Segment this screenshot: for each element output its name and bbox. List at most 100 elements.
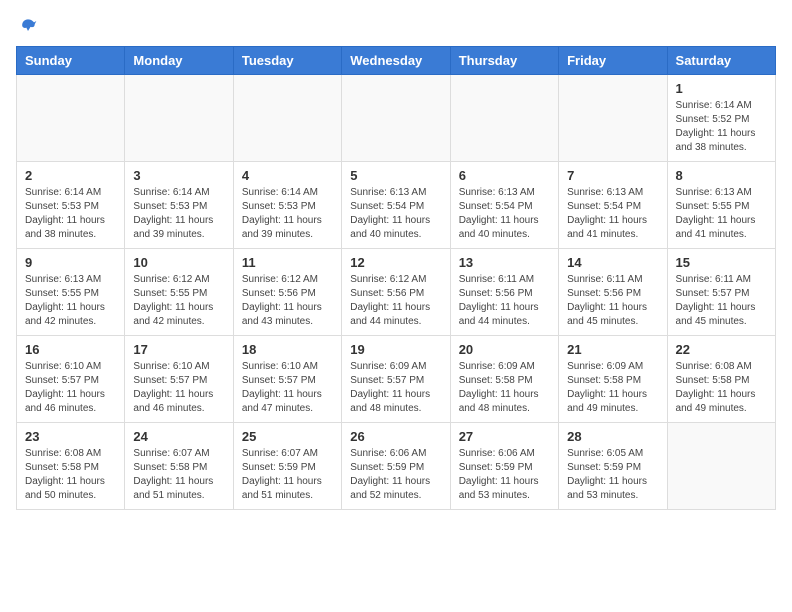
day-number: 11 <box>242 255 333 270</box>
week-row-1: 2 Sunrise: 6:14 AM Sunset: 5:53 PM Daylig… <box>17 162 776 249</box>
day-info: Sunrise: 6:13 AM Sunset: 5:54 PM Dayligh… <box>567 186 658 242</box>
day-number: 15 <box>676 255 767 270</box>
day-cell <box>450 75 558 162</box>
day-cell: 17Sunrise: 6:10 AM Sunset: 5:57 PM Dayli… <box>125 336 233 423</box>
day-number: 6 <box>459 168 550 183</box>
day-cell: 5 Sunrise: 6:13 AM Sunset: 5:54 PM Daylig… <box>342 162 450 249</box>
day-number: 9 <box>25 255 116 270</box>
week-row-2: 9 Sunrise: 6:13 AM Sunset: 5:55 PM Daylig… <box>17 249 776 336</box>
day-cell: 18 Sunrise: 6:10 AM Sunset: 5:57 PM Dayli… <box>233 336 341 423</box>
day-number: 3 <box>133 168 224 183</box>
week-row-0: 1 Sunrise: 6:14 AM Sunset: 5:52 PM Daylig… <box>17 75 776 162</box>
day-info: Sunrise: 6:05 AM Sunset: 5:59 PM Dayligh… <box>567 447 658 503</box>
header-monday: Monday <box>125 47 233 75</box>
day-cell: 4 Sunrise: 6:14 AM Sunset: 5:53 PM Daylig… <box>233 162 341 249</box>
day-info: Sunrise: 6:09 AM Sunset: 5:57 PM Dayligh… <box>350 360 441 416</box>
day-number: 1 <box>676 81 767 96</box>
day-info: Sunrise: 6:13 AM Sunset: 5:54 PM Dayligh… <box>459 186 550 242</box>
day-cell: 22Sunrise: 6:08 AM Sunset: 5:58 PM Dayli… <box>667 336 775 423</box>
day-cell: 1 Sunrise: 6:14 AM Sunset: 5:52 PM Daylig… <box>667 75 775 162</box>
day-cell: 10 Sunrise: 6:12 AM Sunset: 5:55 PM Dayli… <box>125 249 233 336</box>
calendar: SundayMondayTuesdayWednesdayThursdayFrid… <box>16 46 776 510</box>
day-cell <box>667 423 775 510</box>
day-info: Sunrise: 6:14 AM Sunset: 5:53 PM Dayligh… <box>25 186 116 242</box>
day-info: Sunrise: 6:13 AM Sunset: 5:54 PM Dayligh… <box>350 186 441 242</box>
day-number: 27 <box>459 429 550 444</box>
day-number: 18 <box>242 342 333 357</box>
day-number: 21 <box>567 342 658 357</box>
day-info: Sunrise: 6:14 AM Sunset: 5:52 PM Dayligh… <box>676 99 767 155</box>
day-info: Sunrise: 6:08 AM Sunset: 5:58 PM Dayligh… <box>25 447 116 503</box>
day-number: 8 <box>676 168 767 183</box>
week-row-4: 23 Sunrise: 6:08 AM Sunset: 5:58 PM Dayli… <box>17 423 776 510</box>
header-thursday: Thursday <box>450 47 558 75</box>
day-cell: 11 Sunrise: 6:12 AM Sunset: 5:56 PM Dayli… <box>233 249 341 336</box>
header-saturday: Saturday <box>667 47 775 75</box>
header-row: SundayMondayTuesdayWednesdayThursdayFrid… <box>17 47 776 75</box>
day-number: 24 <box>133 429 224 444</box>
day-number: 4 <box>242 168 333 183</box>
day-cell: 24 Sunrise: 6:07 AM Sunset: 5:58 PM Dayli… <box>125 423 233 510</box>
day-cell: 27 Sunrise: 6:06 AM Sunset: 5:59 PM Dayli… <box>450 423 558 510</box>
day-info: Sunrise: 6:13 AM Sunset: 5:55 PM Dayligh… <box>25 273 116 329</box>
day-info: Sunrise: 6:14 AM Sunset: 5:53 PM Dayligh… <box>242 186 333 242</box>
day-info: Sunrise: 6:11 AM Sunset: 5:56 PM Dayligh… <box>459 273 550 329</box>
header-wednesday: Wednesday <box>342 47 450 75</box>
day-info: Sunrise: 6:10 AM Sunset: 5:57 PM Dayligh… <box>242 360 333 416</box>
day-cell: 12 Sunrise: 6:12 AM Sunset: 5:56 PM Dayli… <box>342 249 450 336</box>
logo-bird-icon <box>18 16 38 36</box>
day-info: Sunrise: 6:07 AM Sunset: 5:59 PM Dayligh… <box>242 447 333 503</box>
header-tuesday: Tuesday <box>233 47 341 75</box>
day-info: Sunrise: 6:06 AM Sunset: 5:59 PM Dayligh… <box>459 447 550 503</box>
day-cell: 13 Sunrise: 6:11 AM Sunset: 5:56 PM Dayli… <box>450 249 558 336</box>
day-number: 5 <box>350 168 441 183</box>
day-cell: 3 Sunrise: 6:14 AM Sunset: 5:53 PM Daylig… <box>125 162 233 249</box>
day-info: Sunrise: 6:12 AM Sunset: 5:56 PM Dayligh… <box>350 273 441 329</box>
day-number: 10 <box>133 255 224 270</box>
header-sunday: Sunday <box>17 47 125 75</box>
day-cell: 14Sunrise: 6:11 AM Sunset: 5:56 PM Dayli… <box>559 249 667 336</box>
logo <box>16 16 38 36</box>
day-number: 19 <box>350 342 441 357</box>
day-cell: 16 Sunrise: 6:10 AM Sunset: 5:57 PM Dayli… <box>17 336 125 423</box>
day-cell <box>559 75 667 162</box>
day-cell: 8 Sunrise: 6:13 AM Sunset: 5:55 PM Daylig… <box>667 162 775 249</box>
day-cell <box>17 75 125 162</box>
day-cell: 20Sunrise: 6:09 AM Sunset: 5:58 PM Dayli… <box>450 336 558 423</box>
day-info: Sunrise: 6:08 AM Sunset: 5:58 PM Dayligh… <box>676 360 767 416</box>
day-cell: 21 Sunrise: 6:09 AM Sunset: 5:58 PM Dayli… <box>559 336 667 423</box>
day-info: Sunrise: 6:10 AM Sunset: 5:57 PM Dayligh… <box>25 360 116 416</box>
day-number: 23 <box>25 429 116 444</box>
day-cell <box>233 75 341 162</box>
day-number: 7 <box>567 168 658 183</box>
day-cell <box>125 75 233 162</box>
day-info: Sunrise: 6:12 AM Sunset: 5:55 PM Dayligh… <box>133 273 224 329</box>
day-cell: 28 Sunrise: 6:05 AM Sunset: 5:59 PM Dayli… <box>559 423 667 510</box>
day-cell: 23 Sunrise: 6:08 AM Sunset: 5:58 PM Dayli… <box>17 423 125 510</box>
week-row-3: 16 Sunrise: 6:10 AM Sunset: 5:57 PM Dayli… <box>17 336 776 423</box>
day-info: Sunrise: 6:11 AM Sunset: 5:56 PM Dayligh… <box>567 273 658 329</box>
header-friday: Friday <box>559 47 667 75</box>
day-info: Sunrise: 6:14 AM Sunset: 5:53 PM Dayligh… <box>133 186 224 242</box>
day-number: 28 <box>567 429 658 444</box>
day-info: Sunrise: 6:09 AM Sunset: 5:58 PM Dayligh… <box>459 360 550 416</box>
day-cell: 6 Sunrise: 6:13 AM Sunset: 5:54 PM Daylig… <box>450 162 558 249</box>
day-info: Sunrise: 6:13 AM Sunset: 5:55 PM Dayligh… <box>676 186 767 242</box>
day-cell: 26Sunrise: 6:06 AM Sunset: 5:59 PM Dayli… <box>342 423 450 510</box>
day-number: 25 <box>242 429 333 444</box>
day-info: Sunrise: 6:11 AM Sunset: 5:57 PM Dayligh… <box>676 273 767 329</box>
day-info: Sunrise: 6:12 AM Sunset: 5:56 PM Dayligh… <box>242 273 333 329</box>
day-number: 12 <box>350 255 441 270</box>
day-number: 16 <box>25 342 116 357</box>
day-cell: 9 Sunrise: 6:13 AM Sunset: 5:55 PM Daylig… <box>17 249 125 336</box>
day-number: 13 <box>459 255 550 270</box>
day-info: Sunrise: 6:09 AM Sunset: 5:58 PM Dayligh… <box>567 360 658 416</box>
day-cell <box>342 75 450 162</box>
day-number: 2 <box>25 168 116 183</box>
day-cell: 25 Sunrise: 6:07 AM Sunset: 5:59 PM Dayli… <box>233 423 341 510</box>
header <box>16 16 776 36</box>
day-cell: 19 Sunrise: 6:09 AM Sunset: 5:57 PM Dayli… <box>342 336 450 423</box>
day-info: Sunrise: 6:10 AM Sunset: 5:57 PM Dayligh… <box>133 360 224 416</box>
day-info: Sunrise: 6:06 AM Sunset: 5:59 PM Dayligh… <box>350 447 441 503</box>
day-info: Sunrise: 6:07 AM Sunset: 5:58 PM Dayligh… <box>133 447 224 503</box>
